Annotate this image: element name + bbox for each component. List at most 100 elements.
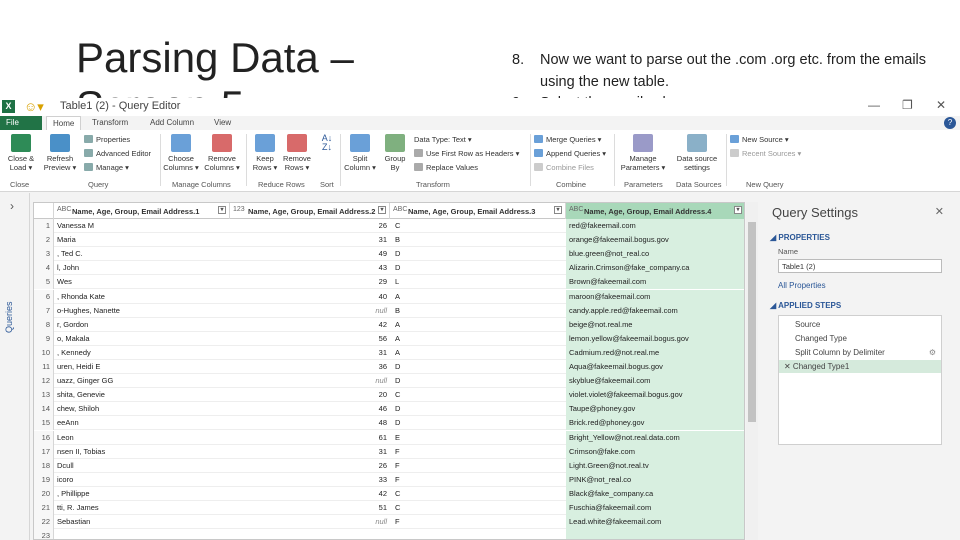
cell-email[interactable]: Taupe@phoney.gov [566,402,744,417]
tab-file[interactable]: File [0,116,42,130]
cell-email[interactable]: lemon.yellow@fakeemail.bogus.gov [566,331,744,346]
cell-name[interactable]: , Kennedy [54,346,230,360]
table-row[interactable]: 21 tti, R. James 51 C Fuschia@fakeemail.com [34,501,744,516]
cell-email[interactable]: candy.apple.red@fakeemail.com [566,303,744,318]
cell-name[interactable]: uren, Heidi E [54,360,230,374]
cell-age[interactable]: 31 [230,346,390,360]
cell-age[interactable]: 56 [230,332,390,346]
cell-name[interactable]: l, John [54,261,230,275]
gear-icon[interactable]: ⚙ [929,346,936,359]
column-header-3[interactable]: ABC Name, Age, Group, Email Address.3 ▾ [390,203,566,219]
row-number[interactable]: 20 [34,486,54,501]
cell-group[interactable]: D [390,360,566,374]
table-row[interactable]: 1 Vanessa M 26 Cred@fakeemail.com [34,219,744,234]
applied-step-split-column[interactable]: Split Column by Delimiter ⚙ [779,346,941,359]
cell-email[interactable]: Light.Green@not.real.tv [566,458,744,473]
row-number[interactable]: 22 [34,515,54,530]
cell-group[interactable]: A [390,290,566,304]
table-row[interactable]: 7 o-Hughes, Nanette null Bcandy.apple.red@f… [34,303,744,318]
cell-name[interactable]: , Ted C. [54,247,230,261]
cell-email[interactable]: blue.green@not_real.co [566,247,744,262]
column-header-2[interactable]: 123 Name, Age, Group, Email Address.2 ▾ [230,203,390,219]
cell-group[interactable]: A [390,332,566,346]
row-number[interactable]: 5 [34,275,54,290]
cell-age[interactable]: 43 [230,261,390,275]
cell-group[interactable]: B [390,304,566,318]
cell-name[interactable]: nsen II, Tobias [54,445,230,459]
table-row[interactable]: 14 chew, Shiloh 46 D Taupe@phoney.gov [34,402,744,417]
recent-sources-button[interactable]: Recent Sources ▾ [730,149,801,159]
table-row[interactable]: 22 Sebastian null F Lead.white@fakeemail.com [34,515,744,530]
properties-section-label[interactable]: ◢ PROPERTIES [770,233,830,242]
row-number[interactable]: 2 [34,233,54,248]
cell-name[interactable]: Sebastian [54,515,230,529]
applied-step-source[interactable]: Source [779,318,941,331]
column-filter-dropdown-icon[interactable]: ▾ [554,206,562,214]
text-type-icon[interactable]: ABC [57,206,71,213]
cell-group[interactable]: E [390,431,566,445]
cell-group[interactable]: D [390,247,566,261]
row-selector-header[interactable] [34,203,54,219]
cell-name[interactable]: Vanessa M [54,219,230,233]
cell-group[interactable]: D [390,402,566,416]
cell-group[interactable]: D [390,261,566,275]
minimize-button[interactable]: — [868,98,880,112]
cell-age[interactable]: 61 [230,431,390,445]
cell-age[interactable]: 33 [230,473,390,487]
remove-columns-button[interactable]: Remove Columns ▾ [202,134,242,172]
cell-email[interactable]: beige@not.real.me [566,317,744,332]
data-type-dropdown[interactable]: Data Type: Text ▾ [414,135,472,145]
row-number[interactable]: 4 [34,261,54,276]
cell-email[interactable]: Cadmium.red@not.real.me [566,345,744,360]
cell-name[interactable]: r, Gordon [54,318,230,332]
cell-group[interactable]: C [390,388,566,402]
row-number[interactable]: 13 [34,388,54,403]
close-load-button[interactable]: Close & Load ▾ [4,134,38,172]
cell-age[interactable]: 26 [230,219,390,233]
cell-name[interactable]: uazz, Ginger GG [54,374,230,388]
cell-age[interactable]: 46 [230,402,390,416]
cell-group[interactable] [390,529,566,539]
close-settings-icon[interactable]: ✕ [935,205,944,218]
cell-email[interactable]: Crimson@fake.com [566,444,744,459]
data-source-settings-button[interactable]: Data source settings [672,134,722,172]
cell-name[interactable]: o, Makala [54,332,230,346]
cell-email[interactable]: PINK@not_real.co [566,472,744,487]
cell-group[interactable]: C [390,501,566,515]
cell-email[interactable]: orange@fakeemail.bogus.gov [566,233,744,248]
append-queries-button[interactable]: Append Queries ▾ [534,149,606,159]
restore-button[interactable]: ❐ [902,98,913,112]
cell-age[interactable]: 20 [230,388,390,402]
cell-email[interactable]: Lead.white@fakeemail.com [566,515,744,530]
row-number[interactable]: 16 [34,430,54,445]
column-header-4-selected[interactable]: ABC Name, Age, Group, Email Address.4 ▾ [566,203,744,219]
cell-name[interactable]: eeAnn [54,416,230,430]
close-window-button[interactable]: ✕ [936,98,946,112]
cell-name[interactable]: chew, Shiloh [54,402,230,416]
queries-pane-label[interactable]: Queries [4,301,14,333]
text-type-icon[interactable]: ABC [569,206,583,213]
cell-name[interactable]: o-Hughes, Nanette [54,304,230,318]
row-number[interactable]: 9 [34,331,54,346]
cell-email[interactable]: maroon@fakeemail.com [566,289,744,304]
row-number[interactable]: 3 [34,247,54,262]
number-type-icon[interactable]: 123 [233,206,245,213]
table-row[interactable]: 11 uren, Heidi E 36 D Aqua@fakeemail.bogus.g… [34,360,744,375]
cell-email[interactable]: skyblue@fakeemail.com [566,374,744,389]
table-row[interactable]: 15 eeAnn 48 D Brick.red@phoney.gov [34,416,744,431]
cell-age[interactable]: 29 [230,275,390,289]
tab-home[interactable]: Home [46,116,82,130]
table-row[interactable]: 10, Kennedy 31 A Cadmium.red@not.real.me [34,345,744,360]
applied-step-changed-type[interactable]: Changed Type [779,332,941,345]
cell-age[interactable]: 31 [230,445,390,459]
cell-age[interactable]: 31 [230,233,390,247]
sort-ascending-button[interactable]: A↓ Z↓ [320,134,334,152]
cell-name[interactable]: tti, R. James [54,501,230,515]
manage-button[interactable]: Manage ▾ [84,163,129,173]
all-properties-link[interactable]: All Properties [778,281,826,290]
cell-name[interactable]: icoro [54,473,230,487]
applied-steps-section-label[interactable]: ◢ APPLIED STEPS [770,301,841,310]
cell-name[interactable] [54,529,230,539]
combine-files-button[interactable]: Combine Files [534,163,594,173]
group-by-button[interactable]: Group By [380,134,410,172]
